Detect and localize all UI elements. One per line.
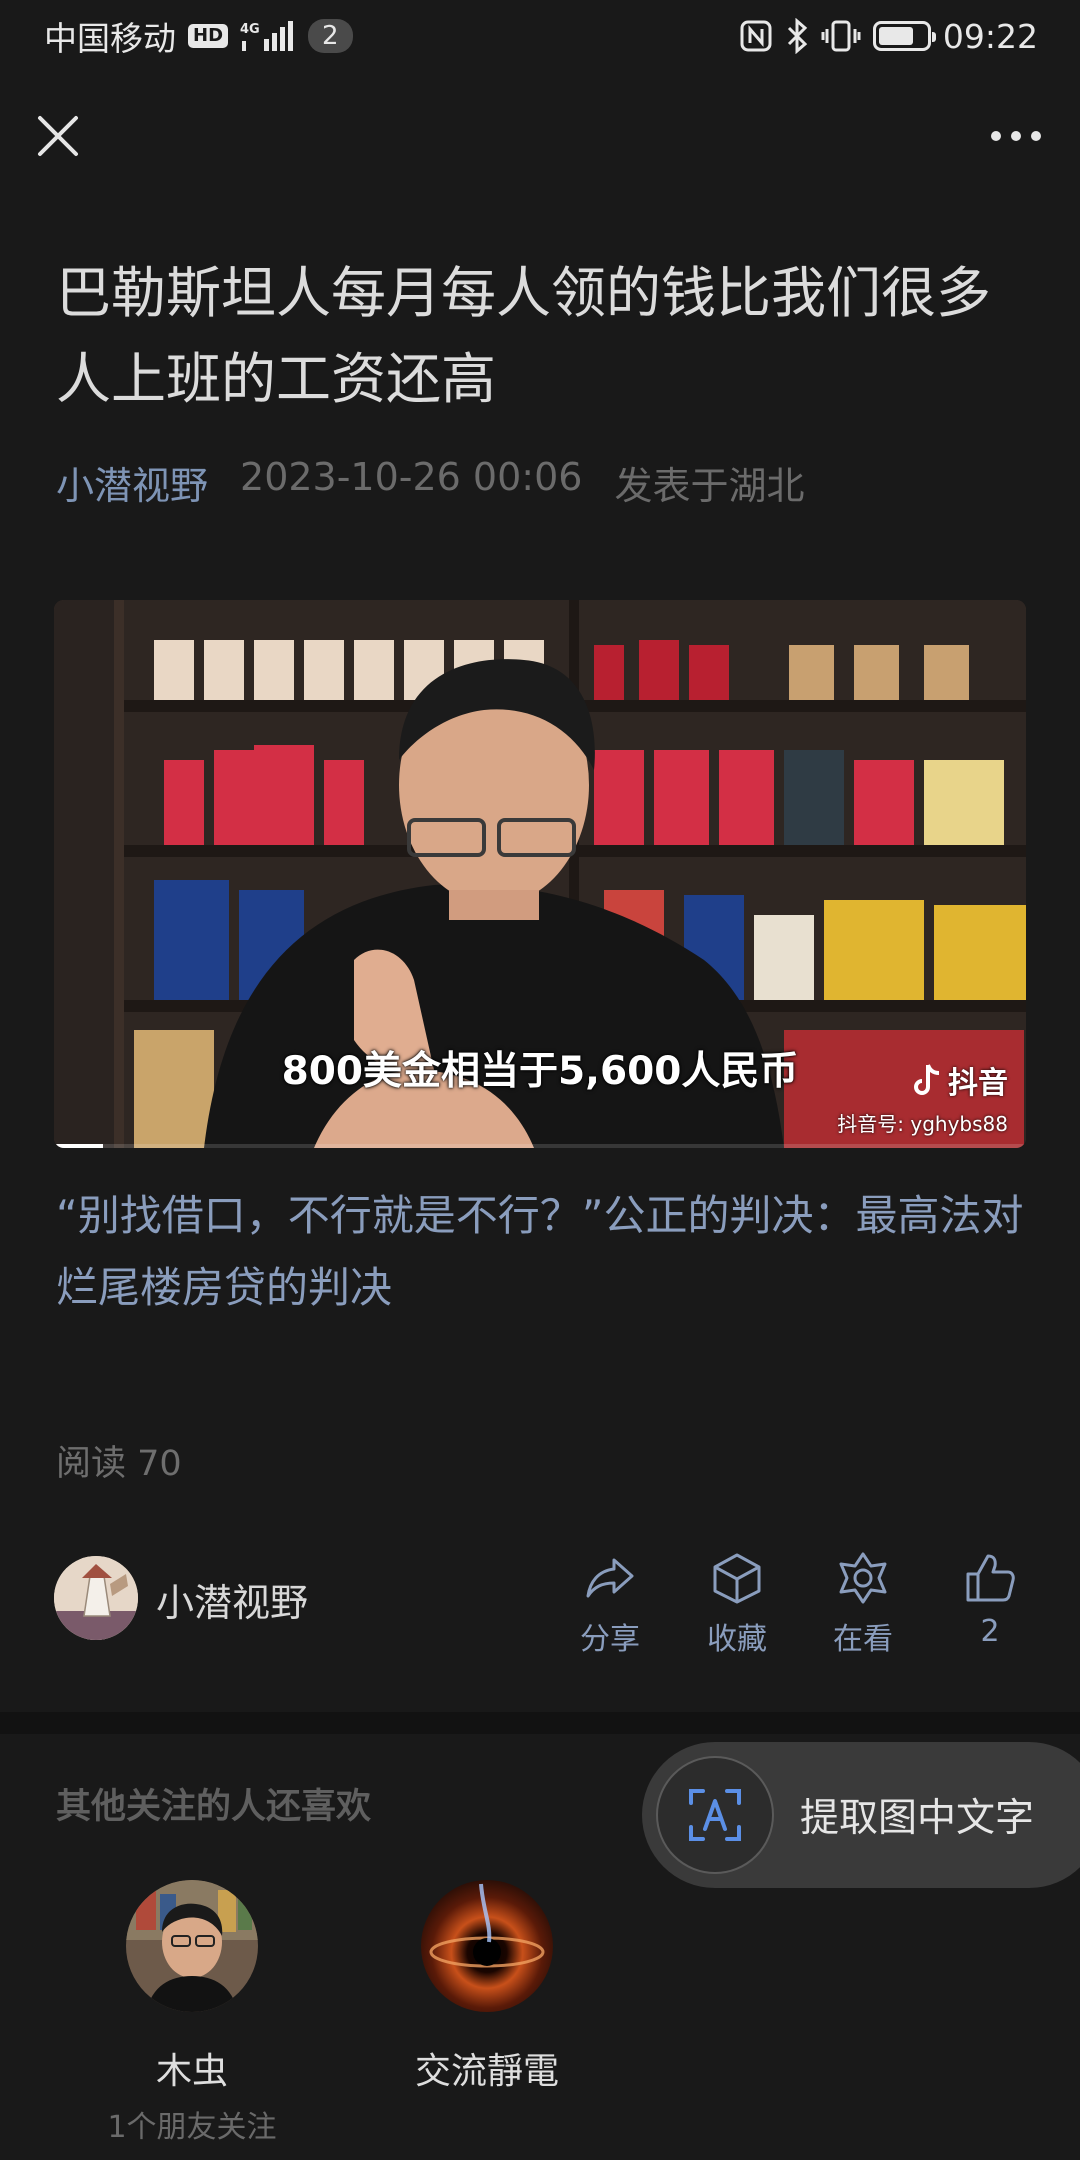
share-button[interactable]: 分享	[550, 1550, 670, 1658]
recommend-name: 木虫	[155, 2051, 228, 2092]
watching-button[interactable]: 在看	[803, 1550, 923, 1658]
favorite-button[interactable]: 收藏	[677, 1550, 797, 1658]
recommend-avatar-image	[126, 1880, 258, 2012]
flower-icon	[839, 1552, 887, 1604]
nfc-icon	[740, 20, 772, 52]
battery-level	[878, 27, 914, 45]
recommend-title: 其他关注的人还喜欢	[56, 1787, 372, 1827]
like-button[interactable]: 2	[930, 1550, 1050, 1649]
recommend-account-card[interactable]: 木虫 1个朋友关注	[72, 1880, 312, 2146]
network-type-label: 4G	[240, 22, 260, 37]
status-right: 09:22	[739, 17, 1038, 56]
recommend-avatar	[126, 1880, 258, 2012]
article-meta: 小潜视野 2023-10-26 00:06 发表于湖北	[56, 455, 804, 510]
extract-text-label: 提取图中文字	[800, 1796, 1035, 1841]
nav-bar	[0, 100, 1080, 176]
battery-icon	[872, 21, 936, 51]
recommend-name: 交流靜電	[414, 2051, 559, 2092]
share-label: 分享	[580, 1622, 640, 1657]
douyin-logo-icon	[914, 1064, 940, 1095]
more-options-icon[interactable]	[986, 114, 1046, 158]
douyin-label: 抖音	[948, 1066, 1008, 1101]
video-player[interactable]: 800美金相当于5,600人民币 抖音 抖音号: yghybs88	[54, 600, 1026, 1148]
hd-badge: HD	[188, 24, 229, 48]
author-avatar[interactable]	[54, 1556, 138, 1640]
favorite-label: 收藏	[707, 1622, 767, 1657]
watching-label: 在看	[833, 1622, 893, 1657]
video-progress-track	[54, 1144, 1026, 1148]
close-icon[interactable]	[30, 108, 86, 164]
text-recognition-icon	[689, 1789, 741, 1841]
author-name[interactable]: 小潜视野	[156, 1572, 308, 1627]
recommend-subtitle: 1个朋友关注	[107, 2110, 277, 2145]
article-body-link[interactable]: “别找借口，不行就是不行？”公正的判决：最高法对烂尾楼房贷的判决	[56, 1180, 1031, 1324]
status-left: 中国移动 HD 4G 2	[44, 12, 353, 60]
read-count: 阅读 70	[56, 1444, 182, 1484]
notification-count-badge: 2	[308, 19, 353, 53]
author-action-row: 小潜视野 分享 收藏 在看 2	[0, 1550, 1080, 1657]
clock: 09:22	[942, 16, 1038, 56]
like-count: 2	[980, 1614, 1000, 1649]
article-datetime: 2023-10-26 00:06	[240, 455, 583, 499]
video-subtitle: 800美金相当于5,600人民币	[281, 1049, 799, 1094]
thumbs-up-icon	[966, 1554, 1015, 1602]
douyin-account-id: 抖音号: yghybs88	[837, 1112, 1008, 1136]
recommend-avatar	[421, 1880, 553, 2012]
cube-icon	[713, 1553, 761, 1604]
section-divider	[0, 1712, 1080, 1734]
extract-text-button[interactable]: 提取图中文字	[642, 1742, 1080, 1888]
status-bar: 中国移动 HD 4G 2 09:22	[0, 0, 1080, 72]
article-title: 巴勒斯坦人每月每人领的钱比我们很多人上班的工资还高	[56, 261, 992, 411]
article-location: 发表于湖北	[614, 464, 805, 508]
author-avatar-image	[54, 1556, 138, 1640]
recommend-account-card[interactable]: 交流靜電	[367, 1880, 607, 2094]
vibrate-icon	[821, 20, 861, 52]
carrier-label: 中国移动	[44, 19, 176, 58]
bluetooth-icon	[787, 18, 808, 54]
share-icon	[586, 1558, 634, 1598]
douyin-watermark: 抖音	[912, 1058, 1008, 1102]
recommend-avatar-image	[421, 1880, 553, 2012]
video-progress-fill	[54, 1144, 103, 1148]
ocr-icon-wrap	[656, 1756, 774, 1874]
signal-icon: 4G	[240, 21, 294, 51]
article-author-link[interactable]: 小潜视野	[56, 455, 208, 510]
